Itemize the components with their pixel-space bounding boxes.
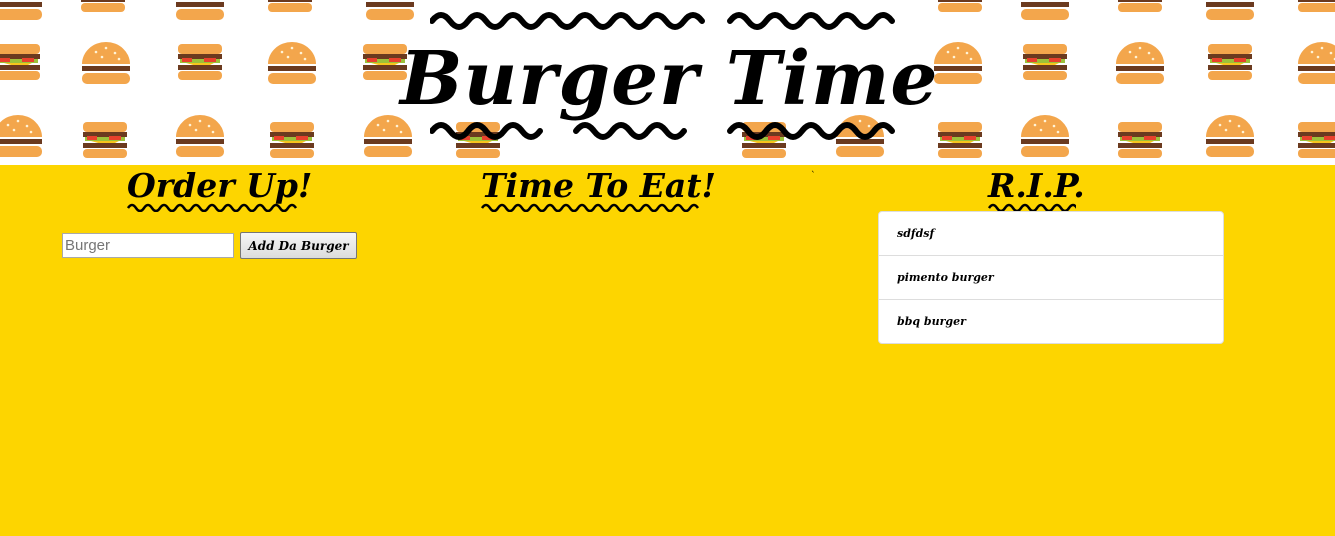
stray-mark: ` bbox=[811, 171, 816, 181]
time-to-eat-heading: Time To Eat! bbox=[481, 169, 716, 212]
time-to-eat-heading-text: Time To Eat! bbox=[481, 166, 717, 205]
order-up-heading-text: Order Up! bbox=[127, 166, 313, 205]
rip-heading: R.I.P. bbox=[988, 169, 1085, 212]
add-burger-button[interactable]: Add Da Burger bbox=[240, 232, 357, 259]
order-up-heading: Order Up! bbox=[127, 169, 312, 212]
title-top-squiggle bbox=[430, 12, 895, 30]
site-title-block: Burger Time bbox=[400, 8, 939, 158]
header-banner: Burger Time bbox=[0, 0, 1335, 165]
burger-name-input[interactable] bbox=[62, 233, 234, 258]
site-title: Burger Time bbox=[400, 36, 939, 122]
title-bottom-squiggle bbox=[430, 122, 895, 140]
main-content: Order Up! Time To Eat! ` R.I.P. Add Da B… bbox=[0, 165, 1335, 536]
rip-list-item: bbq burger bbox=[879, 299, 1223, 343]
rip-burger-list: sdfdsf pimento burger bbq burger bbox=[878, 211, 1224, 344]
rip-heading-text: R.I.P. bbox=[988, 166, 1085, 205]
rip-list-item: sdfdsf bbox=[897, 227, 935, 240]
rip-list-item: pimento burger bbox=[879, 255, 1223, 299]
